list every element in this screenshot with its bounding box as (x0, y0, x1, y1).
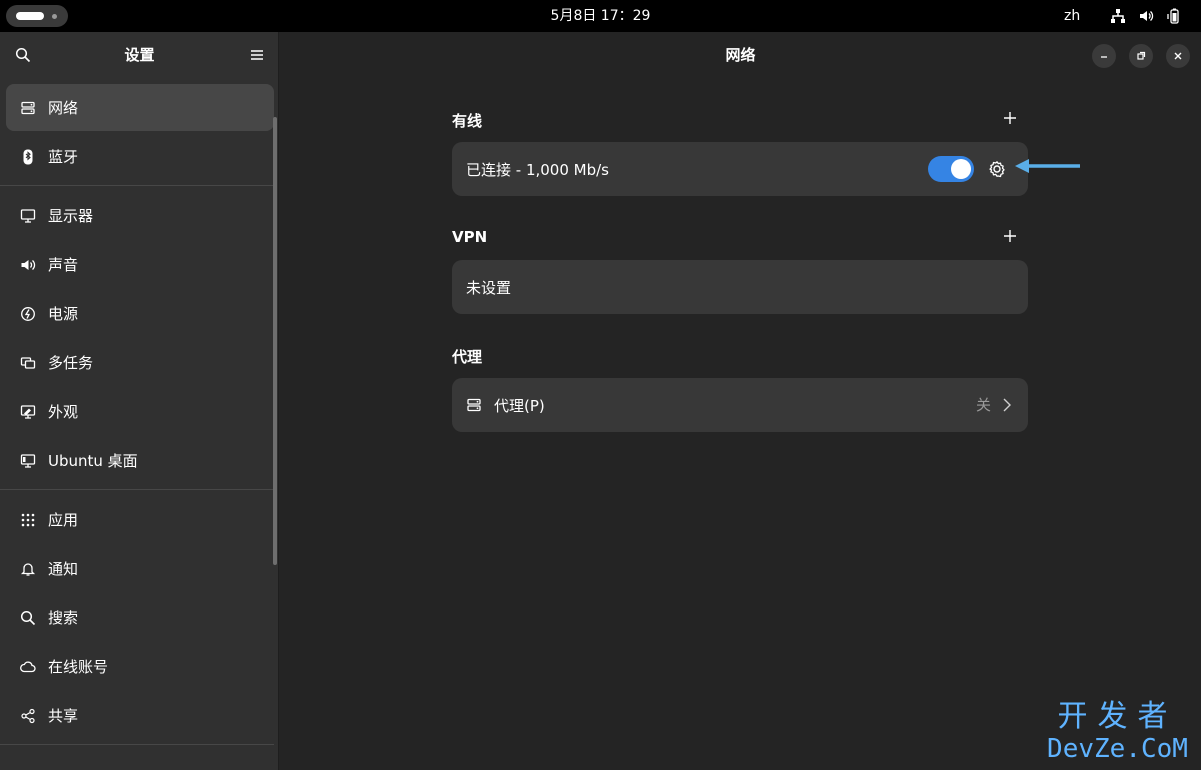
sidebar-item-label: 多任务 (48, 354, 94, 372)
wired-section-title: 有线 (452, 112, 483, 130)
sidebar-item-label: 共享 (48, 707, 79, 725)
multitasking-icon (20, 355, 36, 371)
workspace-indicator (52, 13, 57, 19)
sidebar-item-online-accounts[interactable]: 在线账号 (6, 643, 274, 690)
sidebar-item-sharing[interactable]: 共享 (6, 692, 274, 739)
network-icon (20, 100, 36, 116)
proxy-label: 代理(P) (494, 396, 545, 415)
bluetooth-icon (20, 149, 36, 165)
share-icon (20, 708, 36, 724)
close-icon (1174, 52, 1182, 60)
sidebar-item-label: 显示器 (48, 207, 94, 225)
sidebar-item-bluetooth[interactable]: 蓝牙 (6, 133, 274, 180)
sidebar-divider (0, 489, 274, 490)
sidebar-item-apps[interactable]: 应用 (6, 496, 274, 543)
cloud-icon (20, 659, 36, 675)
system-tray[interactable] (1110, 8, 1182, 24)
wired-network-icon (1110, 8, 1126, 24)
sidebar-header: 设置 (0, 32, 278, 79)
sidebar-item-label: 搜索 (48, 609, 79, 627)
sidebar-item-label: 在线账号 (48, 658, 109, 676)
sidebar-item-label: 声音 (48, 256, 79, 274)
hamburger-menu-icon[interactable] (249, 47, 265, 63)
minimize-button[interactable] (1092, 44, 1116, 68)
plus-icon (1004, 112, 1016, 124)
settings-sidebar: 设置 网络 蓝牙 显示器 声音 电源 多任务 外观 Ubuntu 桌面 应用 通… (0, 32, 279, 770)
sidebar-item-ubuntu-desktop[interactable]: Ubuntu 桌面 (6, 437, 274, 484)
add-wired-connection-button[interactable] (1000, 108, 1020, 128)
sidebar-list: 网络 蓝牙 显示器 声音 电源 多任务 外观 Ubuntu 桌面 应用 通知 搜… (0, 84, 274, 751)
battery-icon (1166, 8, 1182, 24)
page-title: 网络 (725, 46, 756, 64)
bell-icon (20, 561, 36, 577)
add-vpn-button[interactable] (1000, 226, 1020, 246)
sidebar-item-label: 外观 (48, 403, 79, 421)
proxy-value: 关 (976, 396, 992, 414)
volume-icon (1138, 8, 1154, 24)
sidebar-item-label: 电源 (48, 305, 79, 323)
speaker-icon (20, 257, 36, 273)
top-bar: 5月8日 17：29 zh (0, 0, 1201, 32)
sidebar-item-label: Ubuntu 桌面 (48, 452, 138, 470)
sidebar-item-label: 网络 (48, 99, 79, 117)
network-icon (466, 397, 482, 413)
wired-toggle-switch[interactable] (928, 156, 974, 182)
sidebar-item-notifications[interactable]: 通知 (6, 545, 274, 592)
input-language-indicator[interactable]: zh (1064, 0, 1080, 32)
activities-button[interactable] (6, 5, 68, 27)
watermark-logo: 开发者 DevZe.CoM (1040, 700, 1195, 768)
gear-icon[interactable] (988, 160, 1006, 178)
ubuntu-desktop-icon (20, 453, 36, 469)
proxy-section-title: 代理 (452, 348, 483, 366)
workspace-indicator-active (16, 12, 44, 20)
sidebar-item-sound[interactable]: 声音 (6, 241, 274, 288)
sidebar-item-appearance[interactable]: 外观 (6, 388, 274, 435)
power-icon (20, 306, 36, 322)
apps-icon (20, 512, 36, 528)
sidebar-title: 设置 (124, 46, 155, 64)
watermark-text-bottom: DevZe.CoM (1047, 734, 1188, 764)
sidebar-item-label: 蓝牙 (48, 148, 79, 166)
vpn-status: 未设置 (466, 278, 512, 297)
sidebar-divider (0, 744, 274, 745)
vpn-row: 未设置 (452, 260, 1028, 314)
minimize-icon (1101, 56, 1107, 58)
restore-icon (1137, 51, 1146, 60)
sidebar-scrollbar[interactable] (273, 117, 277, 565)
plus-icon (1004, 230, 1016, 242)
sidebar-item-label: 应用 (48, 511, 79, 529)
sidebar-item-power[interactable]: 电源 (6, 290, 274, 337)
network-panel: 网络 有线 已连接 - 1,000 Mb/s VPN 未设置 代理 代理(P) … (280, 32, 1201, 770)
chevron-right-icon (1000, 397, 1014, 413)
vpn-section-title: VPN (452, 228, 488, 246)
watermark-text-top: 开发者 (1057, 699, 1178, 734)
sidebar-item-multitasking[interactable]: 多任务 (6, 339, 274, 386)
wired-status: 已连接 - 1,000 Mb/s (466, 160, 609, 179)
close-button[interactable] (1166, 44, 1190, 68)
display-icon (20, 208, 36, 224)
maximize-button[interactable] (1129, 44, 1153, 68)
annotation-arrow-icon (1014, 158, 1082, 174)
clock[interactable]: 5月8日 17：29 (551, 8, 651, 24)
wired-connection-row[interactable]: 已连接 - 1,000 Mb/s (452, 142, 1028, 196)
sidebar-item-display[interactable]: 显示器 (6, 192, 274, 239)
appearance-icon (20, 404, 36, 420)
sidebar-item-label: 通知 (48, 560, 79, 578)
search-icon (20, 610, 36, 626)
sidebar-item-search[interactable]: 搜索 (6, 594, 274, 641)
sidebar-divider (0, 185, 274, 186)
proxy-row[interactable]: 代理(P) 关 (452, 378, 1028, 432)
sidebar-item-network[interactable]: 网络 (6, 84, 274, 131)
toggle-knob (951, 159, 971, 179)
